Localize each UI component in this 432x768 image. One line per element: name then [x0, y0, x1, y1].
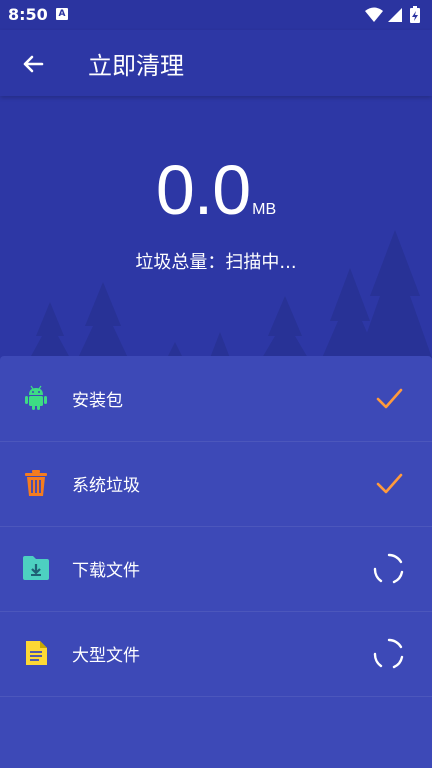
checkmark-icon [376, 388, 403, 409]
summary-hero: 0.0 MB 垃圾总量：扫描中... [0, 96, 432, 358]
junk-size-value: 0.0 [155, 151, 251, 229]
loading-spinner-icon [373, 638, 404, 669]
download-folder-icon [23, 556, 49, 580]
page-title: 立即清理 [88, 52, 184, 80]
battery-charging-icon [410, 6, 420, 23]
notification-a-icon: A [56, 8, 68, 20]
list-item-large-files[interactable]: 大型文件 [0, 611, 432, 697]
status-time: 8:50 [8, 5, 48, 24]
list-item-label: 大型文件 [72, 646, 140, 666]
junk-size: 0.0 MB [0, 150, 432, 230]
status-icons [364, 6, 426, 24]
junk-total-status: 垃圾总量：扫描中... [135, 252, 297, 273]
checkmark-icon [376, 473, 403, 494]
document-icon [26, 641, 47, 665]
list-item-label: 系统垃圾 [72, 476, 140, 496]
back-button[interactable] [18, 49, 48, 79]
trash-icon [25, 470, 47, 496]
signal-icon [388, 8, 402, 22]
junk-size-unit: MB [252, 201, 277, 218]
status-bar: 8:50 A [0, 0, 432, 30]
list-item-system-junk[interactable]: 系统垃圾 [0, 441, 432, 527]
loading-spinner-icon [373, 553, 404, 584]
wifi-icon [365, 7, 383, 22]
list-item-apk[interactable]: 安装包 [0, 356, 432, 442]
toolbar: 立即清理 [0, 30, 432, 96]
category-list: 安装包 系统垃圾 下载文件 大型文件 [0, 356, 432, 768]
arrow-left-icon [23, 55, 44, 73]
list-item-label: 安装包 [72, 391, 123, 411]
android-icon [25, 385, 47, 410]
list-item-label: 下载文件 [72, 561, 140, 581]
list-item-downloads[interactable]: 下载文件 [0, 526, 432, 612]
